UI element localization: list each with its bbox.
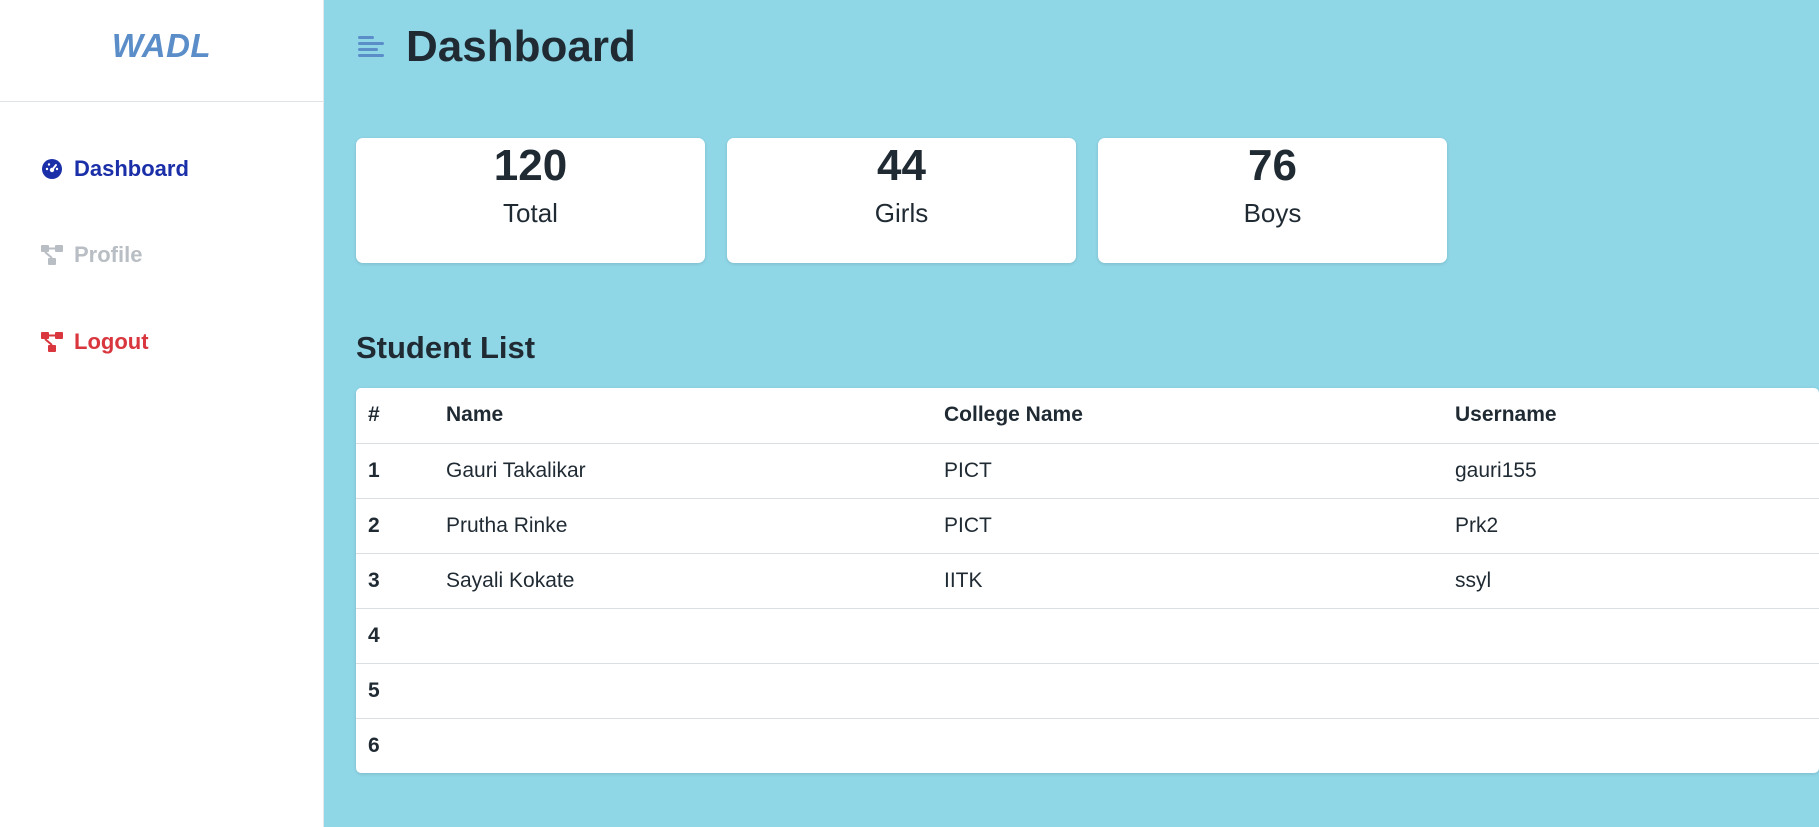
brand-logo[interactable]: WADL [112,27,211,65]
sidebar: WADL Dashboard Profile Logout [0,0,324,827]
stat-label: Total [503,198,558,228]
row-number: 6 [368,733,380,757]
college-name: IITK [932,553,1443,609]
section-title: Student List [356,330,536,365]
college-name [932,608,1443,664]
username: gauri155 [1443,443,1819,499]
table-row: 4 [356,608,1819,664]
student-table: # Name College Name Username 1 Gauri Tak… [356,388,1819,773]
student-name: Prutha Rinke [434,498,932,554]
college-name [932,718,1443,773]
brand-area: WADL [0,0,323,102]
sidebar-item-label: Dashboard [74,156,189,181]
stat-card-total: 120 Total [356,138,705,263]
sidebar-item-label: Profile [74,242,143,267]
table-row: 2 Prutha Rinke PICT Prk2 [356,498,1819,554]
student-name [434,663,932,719]
stat-value: 120 [493,141,568,190]
student-name: Gauri Takalikar [434,443,932,499]
table-header-row: # Name College Name Username [356,388,1819,444]
row-number: 1 [356,443,434,499]
page-title: Dashboard [406,22,636,71]
stats-cards: 120 Total 44 Girls 76 Boys [356,138,1447,263]
table-row: 1 Gauri Takalikar PICT gauri155 [356,443,1819,499]
column-header: College Name [932,388,1443,444]
table-row: 6 [356,718,1819,773]
row-number: 5 [356,663,434,719]
menu-lines-icon[interactable] [356,32,386,62]
page-header: Dashboard [356,22,636,72]
college-name: PICT [932,498,1443,554]
stat-card-girls: 44 Girls [727,138,1076,263]
student-name: Sayali Kokate [434,553,932,609]
college-name [932,663,1443,719]
college-name: PICT [932,443,1443,499]
main-content: Dashboard 120 Total 44 Girls 76 Boys Stu… [324,0,1819,827]
stat-value: 44 [877,141,926,190]
sidebar-item-logout[interactable]: Logout [40,329,149,355]
column-header: # [356,388,434,444]
stat-label: Girls [874,198,929,228]
row-number: 2 [356,498,434,554]
username [1443,608,1819,664]
sidebar-item-dashboard[interactable]: Dashboard [40,156,189,182]
username [1443,718,1819,773]
stat-card-boys: 76 Boys [1098,138,1447,263]
sidebar-item-profile[interactable]: Profile [40,242,142,268]
username: Prk2 [1443,498,1819,554]
row-number: 4 [356,608,434,664]
student-name [434,608,932,664]
stat-value: 76 [1248,141,1297,190]
gauge-icon [40,157,64,181]
username: ssyl [1443,553,1819,609]
student-name [434,718,932,773]
column-header: Username [1443,388,1819,444]
row-number: 3 [356,553,434,609]
table-row: 5 [356,663,1819,719]
stat-label: Boys [1243,198,1302,228]
username [1443,663,1819,719]
table-row: 3 Sayali Kokate IITK ssyl [356,553,1819,609]
column-header: Name [434,388,932,444]
nodes-icon [40,243,64,267]
sidebar-item-label: Logout [74,329,149,354]
nodes-icon [40,330,64,354]
